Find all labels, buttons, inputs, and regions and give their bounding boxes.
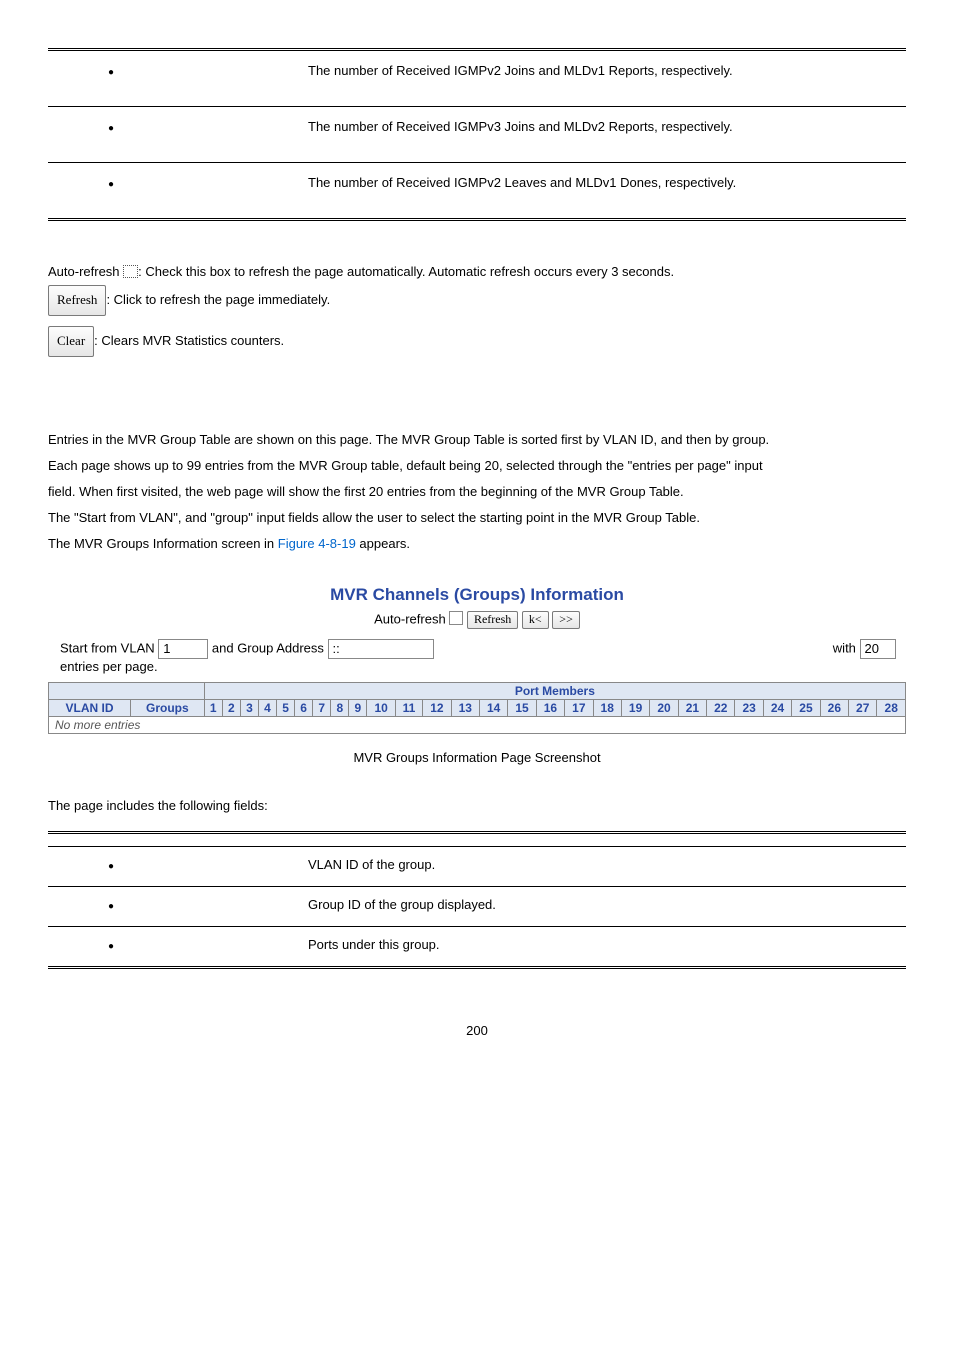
entries-per-page-suffix: entries per page.	[60, 659, 158, 674]
port-col-header: 26	[820, 700, 848, 717]
fields-definition-table: ● VLAN ID of the group. ● Group ID of th…	[48, 831, 906, 969]
bullet-icon: ●	[108, 176, 114, 194]
group-address-input[interactable]: ::	[328, 639, 434, 659]
fig-auto-refresh-checkbox[interactable]	[449, 611, 463, 625]
field-row-desc: VLAN ID of the group.	[298, 847, 906, 887]
port-col-header: 13	[451, 700, 479, 717]
fig-next-page-button[interactable]: >>	[552, 611, 580, 629]
intro-line-part: appears.	[356, 536, 410, 551]
stats-definition-table: ● The number of Received IGMPv2 Joins an…	[48, 48, 906, 221]
intro-line: Entries in the MVR Group Table are shown…	[48, 427, 906, 453]
clear-button[interactable]: Clear	[48, 326, 94, 357]
intro-line: The "Start from VLAN", and "group" input…	[48, 505, 906, 531]
bullet-icon: ●	[108, 898, 114, 916]
table-header-blank	[49, 683, 205, 700]
port-col-header: 24	[763, 700, 791, 717]
port-members-table: Port Members VLAN ID Groups 123456789101…	[48, 682, 906, 734]
fields-intro: The page includes the following fields:	[48, 793, 906, 819]
port-col-header: 5	[277, 700, 295, 717]
intro-line: Each page shows up to 99 entries from th…	[48, 453, 906, 479]
intro-line-part: The MVR Groups Information screen in	[48, 536, 278, 551]
port-members-header: Port Members	[204, 683, 905, 700]
page-number: 200	[48, 1023, 906, 1038]
field-row-desc: Ports under this group.	[298, 927, 906, 968]
port-col-header: 9	[349, 700, 367, 717]
port-col-header: 28	[877, 700, 906, 717]
fig-auto-refresh-label: Auto-refresh	[374, 611, 446, 626]
port-col-header: 22	[707, 700, 735, 717]
port-col-header: 17	[565, 700, 593, 717]
port-col-header: 11	[395, 700, 422, 717]
port-col-header: 10	[367, 700, 395, 717]
intro-line: field. When first visited, the web page …	[48, 479, 906, 505]
start-from-vlan-label: Start from VLAN	[60, 640, 155, 655]
vlan-id-col-header: VLAN ID	[49, 700, 131, 717]
clear-desc: : Clears MVR Statistics counters.	[94, 333, 284, 348]
refresh-desc: : Click to refresh the page immediately.	[106, 292, 330, 307]
port-col-header: 23	[735, 700, 763, 717]
port-col-header: 8	[331, 700, 349, 717]
port-col-header: 21	[678, 700, 706, 717]
bullet-icon: ●	[108, 64, 114, 82]
auto-refresh-checkbox[interactable]	[123, 265, 138, 278]
port-col-header: 19	[621, 700, 649, 717]
port-col-header: 25	[792, 700, 820, 717]
fig-refresh-button[interactable]: Refresh	[467, 611, 518, 629]
port-col-header: 14	[479, 700, 507, 717]
field-row-desc: Group ID of the group displayed.	[298, 887, 906, 927]
port-col-header: 1	[204, 700, 222, 717]
port-col-header: 4	[258, 700, 276, 717]
port-col-header: 7	[313, 700, 331, 717]
port-col-header: 16	[536, 700, 564, 717]
stats-row-desc: The number of Received IGMPv3 Joins and …	[298, 107, 906, 163]
port-col-header: 3	[240, 700, 258, 717]
auto-refresh-desc: : Check this box to refresh the page aut…	[138, 264, 674, 279]
port-col-header: 2	[222, 700, 240, 717]
table-header-blank	[298, 833, 906, 847]
figure-title: MVR Channels (Groups) Information	[48, 585, 906, 605]
bullet-icon: ●	[108, 858, 114, 876]
and-group-address-label: and Group Address	[212, 640, 324, 655]
groups-col-header: Groups	[130, 700, 204, 717]
bullet-icon: ●	[108, 120, 114, 138]
no-more-entries-row: No more entries	[49, 717, 906, 734]
port-col-header: 18	[593, 700, 621, 717]
stats-row-desc: The number of Received IGMPv2 Leaves and…	[298, 163, 906, 220]
entries-per-page-input[interactable]: 20	[860, 639, 896, 659]
bullet-icon: ●	[108, 938, 114, 956]
table-header-blank	[48, 833, 298, 847]
port-col-header: 20	[650, 700, 678, 717]
auto-refresh-label: Auto-refresh	[48, 264, 120, 279]
refresh-button[interactable]: Refresh	[48, 285, 106, 316]
port-col-header: 12	[423, 700, 451, 717]
figure-caption: MVR Groups Information Page Screenshot	[48, 750, 906, 765]
with-label: with	[833, 640, 856, 655]
figure-link[interactable]: Figure 4-8-19	[278, 536, 356, 551]
fig-first-page-button[interactable]: k<	[522, 611, 549, 629]
vlan-id-input[interactable]: 1	[158, 639, 208, 659]
stats-row-desc: The number of Received IGMPv2 Joins and …	[298, 50, 906, 107]
port-col-header: 27	[849, 700, 877, 717]
port-col-header: 15	[508, 700, 536, 717]
port-col-header: 6	[295, 700, 313, 717]
